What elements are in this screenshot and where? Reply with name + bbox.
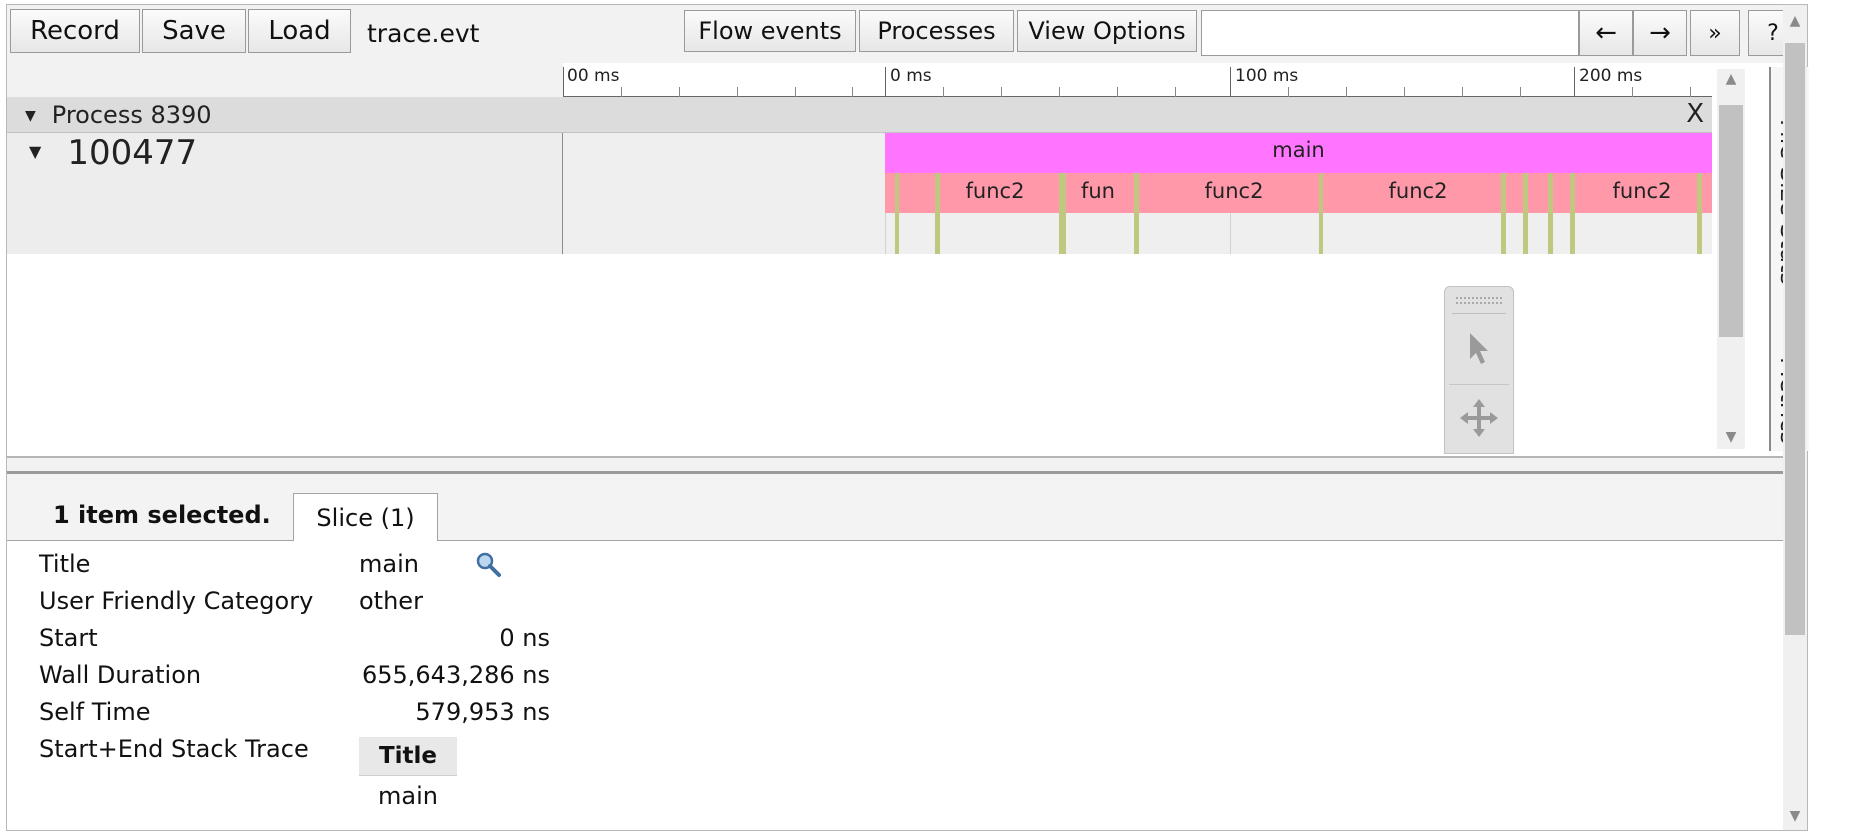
sample-marker[interactable] xyxy=(1059,173,1066,254)
drag-handle[interactable] xyxy=(1452,293,1506,314)
collapse-triangle-icon[interactable]: ▼ xyxy=(25,108,36,124)
trace-viewer: Record Save Load trace.evt Flow events P… xyxy=(6,4,1809,831)
selection-tool-icon[interactable] xyxy=(1449,318,1509,380)
sample-marker[interactable] xyxy=(1319,173,1323,254)
scroll-up-icon[interactable]: ▲ xyxy=(1717,71,1745,87)
track-scrollbar[interactable]: ▲ ▼ xyxy=(1717,69,1745,449)
sample-marker[interactable] xyxy=(1548,173,1553,254)
ruler-label: 100 ms xyxy=(1235,66,1299,86)
ruler-minor-tick xyxy=(1404,87,1405,97)
prop-title-label: Title xyxy=(39,550,91,578)
ruler-minor-tick xyxy=(1117,87,1118,97)
ruler-label: 00 ms xyxy=(567,66,620,86)
sample-marker[interactable] xyxy=(1697,173,1702,254)
thread-id: 100477 xyxy=(67,133,198,173)
close-process-button[interactable]: X xyxy=(1686,99,1704,129)
record-button[interactable]: Record xyxy=(10,9,140,53)
toolbar: Record Save Load trace.evt Flow events P… xyxy=(7,5,1807,63)
analysis-tabbar: 1 item selected. Slice (1) xyxy=(7,474,1807,541)
ruler-minor-tick xyxy=(795,87,796,97)
analysis-panel: 1 item selected. Slice (1) Title main Us… xyxy=(7,474,1807,830)
sample-marker[interactable] xyxy=(1501,173,1506,254)
ruler-minor-tick xyxy=(1462,87,1463,97)
selection-summary: 1 item selected. xyxy=(53,501,271,529)
prop-wall-duration-label: Wall Duration xyxy=(39,661,202,689)
stack-table-row[interactable]: main xyxy=(359,778,457,814)
more-button[interactable]: » xyxy=(1690,10,1740,56)
main-scrollbar[interactable]: ▲ ▼ xyxy=(1783,5,1807,830)
ruler-label: 0 ms xyxy=(890,66,932,86)
search-icon[interactable] xyxy=(474,550,502,582)
ruler-minor-tick xyxy=(1001,87,1002,97)
save-button[interactable]: Save xyxy=(142,9,246,53)
load-button[interactable]: Load xyxy=(248,9,351,53)
sample-marker[interactable] xyxy=(1134,173,1139,254)
prop-stack-trace-label: Start+End Stack Trace xyxy=(39,735,309,763)
process-name: Process 8390 xyxy=(51,101,212,129)
thread-label: ▼ 100477 xyxy=(7,133,563,254)
process-title: ▼ Process 8390 xyxy=(25,101,212,129)
processes-button[interactable]: Processes xyxy=(859,10,1014,52)
panel-splitter[interactable] xyxy=(7,456,1807,474)
tab-slice[interactable]: Slice (1) xyxy=(293,493,438,541)
ruler-minor-tick xyxy=(1288,87,1289,97)
sample-marker[interactable] xyxy=(895,173,899,254)
prop-self-time-value: 579,953 ns xyxy=(415,698,550,726)
slice-func2[interactable]: func2 xyxy=(1143,173,1325,213)
ruler-minor-tick xyxy=(1059,87,1060,97)
process-header[interactable]: ▼ Process 8390 X xyxy=(7,97,1712,133)
prop-start-value: 0 ns xyxy=(499,624,550,652)
ruler-major-tick xyxy=(885,67,886,97)
stack-table-header[interactable]: Title xyxy=(359,737,457,776)
slice-func2[interactable]: func2 xyxy=(937,173,1053,213)
ruler-minor-tick xyxy=(1690,87,1691,97)
ruler-spacer xyxy=(7,63,563,97)
ruler-minor-tick xyxy=(737,87,738,97)
sample-marker[interactable] xyxy=(935,173,940,254)
ruler-minor-tick xyxy=(1520,87,1521,97)
scroll-thumb[interactable] xyxy=(1785,43,1805,635)
mouse-mode-palette xyxy=(1444,286,1514,454)
prop-title-value: main xyxy=(359,550,419,578)
prop-start-label: Start xyxy=(39,624,98,652)
thread-title: ▼ 100477 xyxy=(29,133,197,173)
collapse-triangle-icon[interactable]: ▼ xyxy=(29,142,41,161)
palette-divider xyxy=(1449,384,1509,385)
prop-self-time-label: Self Time xyxy=(39,698,151,726)
prev-result-button[interactable]: ← xyxy=(1579,10,1633,56)
slice-func2[interactable]: func2 xyxy=(1333,173,1503,213)
ruler-major-tick xyxy=(563,67,564,97)
slice-func2[interactable]: func2 xyxy=(1587,173,1697,213)
scroll-up-icon[interactable]: ▲ xyxy=(1783,13,1807,29)
ruler-major-tick xyxy=(1230,67,1231,97)
ruler-minor-tick xyxy=(943,87,944,97)
scroll-down-icon[interactable]: ▼ xyxy=(1783,808,1807,824)
next-result-button[interactable]: → xyxy=(1633,10,1687,56)
trace-filename: trace.evt xyxy=(367,19,480,48)
flow-events-button[interactable]: Flow events xyxy=(684,10,856,52)
scroll-thumb[interactable] xyxy=(1719,105,1743,337)
ruler-minor-tick xyxy=(1175,87,1176,97)
slice-fun[interactable]: fun xyxy=(1069,173,1127,213)
slice-main[interactable]: main xyxy=(885,133,1712,173)
prop-wall-duration-value: 655,643,286 ns xyxy=(361,661,550,689)
sample-marker[interactable] xyxy=(1570,173,1575,254)
pan-tool-icon[interactable] xyxy=(1449,387,1509,449)
ruler-major-tick xyxy=(1574,67,1575,97)
ruler-label: 200 ms xyxy=(1579,66,1643,86)
thread-track: ▼ 100477 main func2 fun func2 func2 func2 xyxy=(7,133,1712,254)
view-options-button[interactable]: View Options xyxy=(1017,10,1197,52)
time-ruler[interactable]: 00 ms 0 ms 100 ms 200 ms xyxy=(7,63,1712,97)
find-input[interactable] xyxy=(1201,10,1579,56)
ruler-minor-tick xyxy=(1346,87,1347,97)
sample-marker[interactable] xyxy=(1523,173,1528,254)
ruler-minor-tick xyxy=(679,87,680,97)
prop-category-value: other xyxy=(359,587,423,615)
ruler-minor-tick xyxy=(1632,87,1633,97)
prop-category-label: User Friendly Category xyxy=(39,587,314,615)
scroll-down-icon[interactable]: ▼ xyxy=(1717,429,1745,445)
ruler-minor-tick xyxy=(852,87,853,97)
ruler-minor-tick xyxy=(621,87,622,97)
